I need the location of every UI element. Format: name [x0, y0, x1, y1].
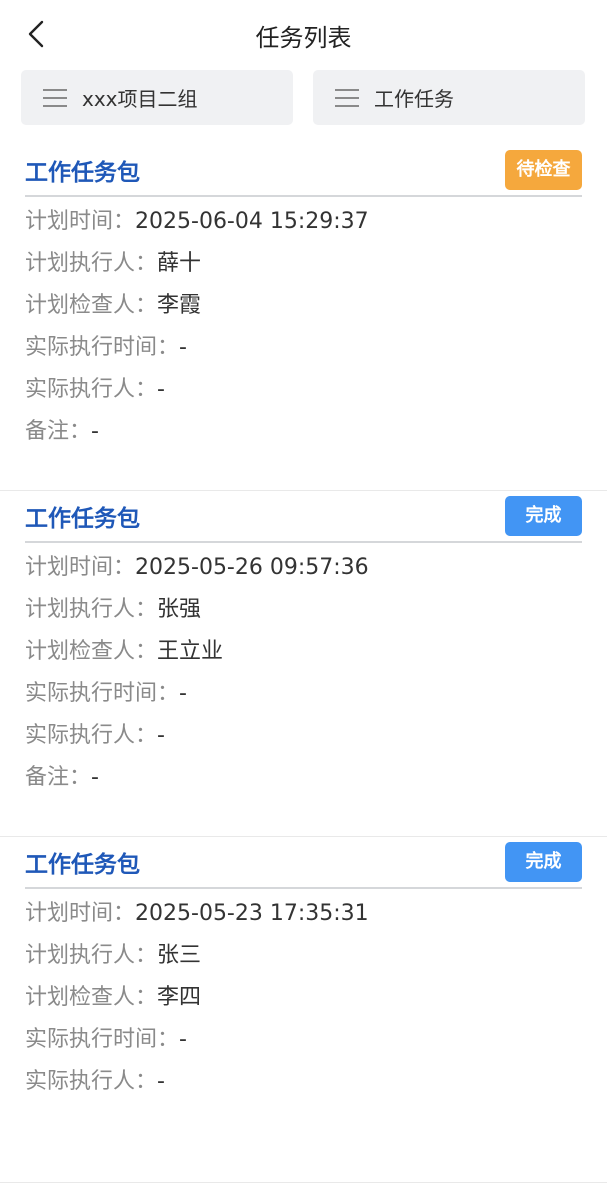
task-title: 工作任务包	[25, 160, 140, 186]
planned-inspector-field: 计划检查人：李四	[25, 985, 202, 1010]
actual-time-field: 实际执行时间：-	[25, 335, 187, 360]
remark-field: 备注：-	[25, 419, 99, 444]
actual-executor-field: 实际执行人：-	[25, 723, 165, 748]
menu-icon	[334, 88, 360, 108]
status-badge: 完成	[505, 842, 582, 882]
status-badge: 完成	[505, 496, 582, 536]
planned-executor-field: 计划执行人：薛十	[25, 251, 202, 276]
task-card[interactable]: 工作任务包 完成 计划时间：2025-05-23 17:35:31 计划执行人：…	[0, 837, 607, 1183]
planned-time-field: 计划时间：2025-05-26 09:57:36	[25, 555, 369, 580]
project-filter-label: xxx项目二组	[82, 87, 198, 111]
planned-inspector-field: 计划检查人：王立业	[25, 639, 224, 664]
remark-field: 备注：-	[25, 765, 99, 790]
project-filter-button[interactable]: xxx项目二组	[21, 70, 293, 125]
page-title: 任务列表	[255, 24, 352, 52]
card-divider	[25, 195, 582, 197]
task-title: 工作任务包	[25, 506, 140, 532]
actual-executor-field: 实际执行人：-	[25, 377, 165, 402]
actual-executor-field: 实际执行人：-	[25, 1069, 165, 1094]
task-card[interactable]: 工作任务包 完成 计划时间：2025-05-26 09:57:36 计划执行人：…	[0, 491, 607, 837]
planned-time-field: 计划时间：2025-06-04 15:29:37	[25, 209, 369, 234]
task-type-filter-button[interactable]: 工作任务	[313, 70, 585, 125]
task-type-filter-label: 工作任务	[374, 87, 454, 111]
header-bar: 任务列表	[0, 0, 607, 72]
planned-executor-field: 计划执行人：张三	[25, 943, 202, 968]
planned-time-field: 计划时间：2025-05-23 17:35:31	[25, 901, 369, 926]
actual-time-field: 实际执行时间：-	[25, 1027, 187, 1052]
planned-inspector-field: 计划检查人：李霞	[25, 293, 202, 318]
menu-icon	[42, 88, 68, 108]
planned-executor-field: 计划执行人：张强	[25, 597, 202, 622]
task-card[interactable]: 工作任务包 待检查 计划时间：2025-06-04 15:29:37 计划执行人…	[0, 145, 607, 491]
actual-time-field: 实际执行时间：-	[25, 681, 187, 706]
task-title: 工作任务包	[25, 852, 140, 878]
card-divider	[25, 541, 582, 543]
status-badge: 待检查	[505, 150, 582, 190]
card-divider	[25, 887, 582, 889]
